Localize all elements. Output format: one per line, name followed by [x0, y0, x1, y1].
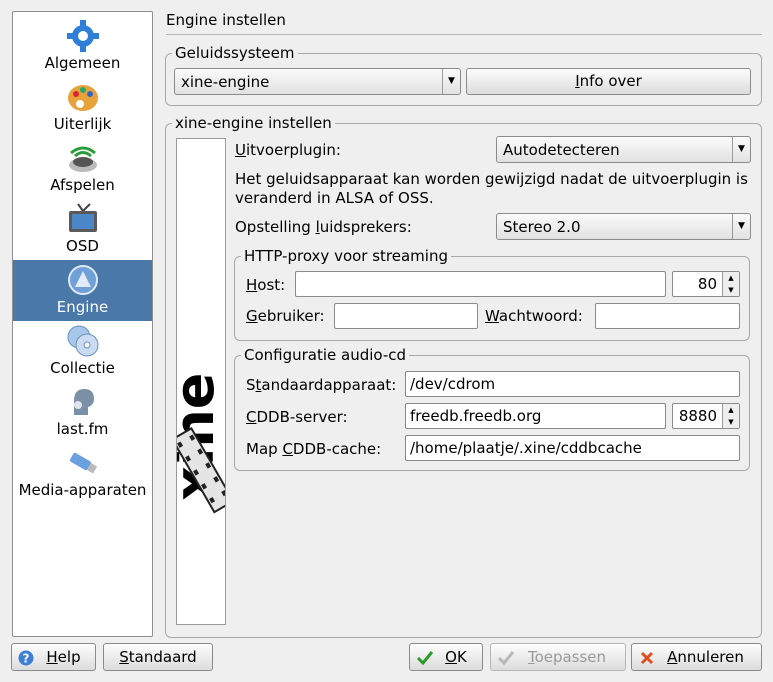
speakers-select[interactable]: Stereo 2.0 ▼	[496, 213, 751, 240]
ok-button[interactable]: OK	[409, 643, 483, 671]
help-icon: ?	[18, 650, 34, 666]
spin-up-icon[interactable]: ▲	[722, 272, 739, 284]
xine-settings-legend: xine-engine instellen	[175, 114, 332, 132]
sidebar-item-algemeen[interactable]: Algemeen	[13, 16, 152, 77]
host-input[interactable]	[295, 271, 666, 297]
sidebar-item-media-apparaten[interactable]: Media-apparaten	[13, 443, 152, 504]
spin-up-icon[interactable]: ▲	[722, 404, 739, 416]
page-title: Engine instellen	[166, 11, 286, 29]
sidebar-item-label: Uiterlijk	[53, 115, 112, 133]
proxy-port-value: 80	[697, 275, 717, 293]
chevron-down-icon: ▼	[442, 69, 460, 94]
usb-stick-icon	[69, 452, 97, 474]
xine-logo: xine	[163, 138, 235, 625]
sidebar-item-engine[interactable]: Engine	[13, 260, 152, 321]
close-icon	[640, 651, 654, 665]
device-input[interactable]: /dev/cdrom	[405, 371, 740, 397]
apply-button[interactable]: Toepassen	[490, 643, 626, 671]
sidebar-item-collectie[interactable]: Collectie	[13, 321, 152, 382]
lastfm-icon	[73, 389, 94, 415]
sidebar-item-lastfm[interactable]: last.fm	[13, 382, 152, 443]
disc-collection-icon	[67, 325, 98, 357]
spin-down-icon[interactable]: ▼	[722, 284, 739, 296]
title-divider	[166, 34, 762, 35]
svg-text:?: ?	[23, 652, 30, 666]
sidebar-item-label: Algemeen	[44, 54, 121, 72]
sound-system-legend: Geluidssysteem	[175, 44, 295, 62]
password-label: Wachtwoord:	[485, 307, 583, 325]
audio-cd-legend: Configuratie audio-cd	[244, 346, 407, 364]
speakers-label: Opstelling luidsprekers:	[235, 218, 412, 236]
cancel-button[interactable]: Annuleren	[631, 643, 762, 671]
info-button[interactable]: Info over	[466, 68, 751, 95]
sidebar-item-osd[interactable]: OSD	[13, 199, 152, 260]
output-plugin-label: Uitvoerplugin:	[235, 141, 341, 159]
chevron-down-icon: ▼	[732, 214, 750, 239]
spin-down-icon[interactable]: ▼	[722, 416, 739, 428]
engine-select-value: xine-engine	[181, 73, 270, 91]
check-icon	[416, 651, 434, 666]
defaults-button[interactable]: Standaard	[103, 643, 213, 671]
sidebar-item-label: OSD	[66, 237, 99, 255]
palette-icon	[67, 85, 98, 111]
cddb-cache-input[interactable]: /home/plaatje/.xine/cddbcache	[405, 435, 740, 461]
sidebar-item-label: Collectie	[50, 359, 115, 377]
cddb-port-value: 8880	[678, 407, 717, 425]
sidebar-item-label: Media-apparaten	[18, 481, 147, 499]
engine-select[interactable]: xine-engine ▼	[174, 68, 461, 95]
device-label: Standaardapparaat:	[246, 376, 397, 394]
host-label: Host:	[246, 276, 286, 294]
user-label: Gebruiker:	[246, 307, 325, 325]
speakers-value: Stereo 2.0	[503, 218, 581, 236]
gear-icon	[66, 20, 99, 52]
speaker-icon	[68, 146, 97, 172]
chevron-down-icon: ▼	[732, 137, 750, 162]
tv-icon	[68, 203, 97, 232]
cddb-cache-label: Map CDDB-cache:	[246, 440, 382, 458]
cddb-server-input[interactable]: freedb.freedb.org	[405, 403, 666, 429]
output-plugin-select[interactable]: Autodetecteren ▼	[496, 136, 751, 163]
cddb-port-spinbox[interactable]: 8880 ▲ ▼	[672, 403, 740, 429]
sidebar-item-afspelen[interactable]: Afspelen	[13, 138, 152, 199]
password-input[interactable]	[595, 303, 740, 329]
sidebar-item-label: Afspelen	[50, 176, 115, 194]
cddb-server-label: CDDB-server:	[246, 408, 348, 426]
sidebar-item-label: last.fm	[56, 420, 109, 438]
user-input[interactable]	[334, 303, 478, 329]
sidebar-item-uiterlijk[interactable]: Uiterlijk	[13, 77, 152, 138]
sidebar-item-label: Engine	[56, 298, 109, 316]
output-plugin-note: Het geluidsapparaat kan worden gewijzigd…	[235, 170, 748, 207]
check-icon	[497, 651, 515, 666]
help-button[interactable]: ? Help	[11, 643, 96, 671]
engine-icon	[67, 265, 98, 295]
http-proxy-legend: HTTP-proxy voor streaming	[244, 247, 448, 265]
proxy-port-spinbox[interactable]: 80 ▲ ▼	[672, 271, 740, 297]
xine-logo-image: xine	[163, 373, 235, 514]
sidebar: Algemeen Uiterlijk Afspelen OSD Engine C…	[12, 11, 153, 637]
output-plugin-value: Autodetecteren	[503, 141, 620, 159]
